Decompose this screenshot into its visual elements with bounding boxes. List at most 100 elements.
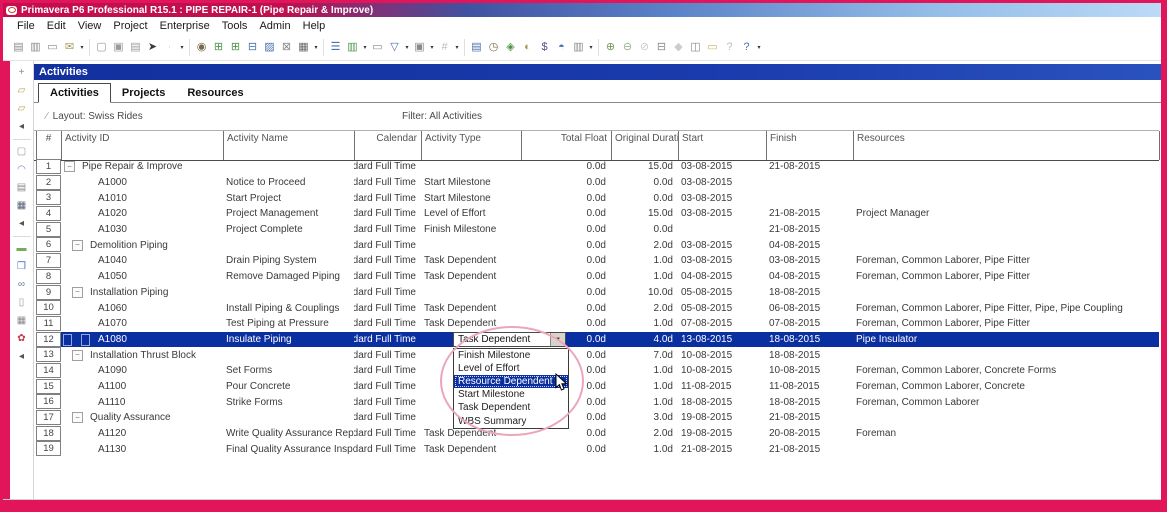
table-row[interactable]: 11 A1070 Test Piping at Pressure ndard Full… — [34, 315, 1159, 332]
vertical-split-icon[interactable]: ◫ — [687, 39, 704, 56]
bottom-view-icon[interactable]: ▥ — [570, 39, 587, 56]
help-icon[interactable]: ? — [721, 39, 738, 56]
table-row[interactable]: 19 A1130 Final Quality Assurance Inspectio… — [34, 441, 1159, 457]
row-number-cell[interactable]: 10 — [36, 300, 61, 316]
relationships-icon[interactable]: ◈ — [502, 39, 519, 56]
dropdown-caret[interactable]: ▾ — [361, 44, 369, 51]
group-sort-icon[interactable]: ☰ — [327, 39, 344, 56]
tab-activities[interactable]: Activities — [38, 83, 111, 103]
combobox-dropdown-button[interactable]: ▼ — [550, 333, 565, 346]
dropdown-caret[interactable]: ▾ — [312, 44, 320, 51]
row-number-cell[interactable]: 11 — [36, 315, 61, 331]
link-icon[interactable]: ⊠ — [278, 39, 295, 56]
reports-icon[interactable]: ▤ — [14, 180, 30, 196]
filter-label[interactable]: Filter: All Activities — [402, 111, 482, 122]
page-setup-icon[interactable]: ▭ — [44, 39, 61, 56]
layout-icon[interactable]: ▣ — [411, 39, 428, 56]
collapse-box-icon[interactable]: − — [72, 286, 83, 298]
column-header-finish[interactable]: Finish — [766, 131, 853, 160]
disabled-icon[interactable]: · — [161, 39, 178, 56]
expenses-icon[interactable]: ▦ — [14, 313, 30, 329]
table-row[interactable]: 8 A1050 Remove Damaged Piping ndard Full Ti… — [34, 268, 1159, 285]
table-row[interactable]: 12A1080Insulate Pipingndard Full Time0.0… — [34, 331, 1159, 348]
progress-icon[interactable]: ◐ — [519, 39, 536, 56]
filter-icon[interactable]: ▽ — [386, 39, 403, 56]
publish-icon[interactable]: ✉ — [61, 39, 78, 56]
menu-enterprise[interactable]: Enterprise — [154, 19, 216, 33]
thresholds-icon[interactable]: ✿ — [14, 331, 30, 347]
table-row[interactable]: 17−Quality Assurancendard Full Time0.0d3… — [34, 410, 1159, 426]
tab-projects[interactable]: Projects — [111, 84, 176, 102]
dropdown-caret[interactable]: ▾ — [178, 44, 186, 51]
resources-icon[interactable]: ◠ — [14, 162, 30, 178]
column-header-float[interactable]: Total Float — [521, 131, 611, 160]
dropdown-option-resource-dependent[interactable]: Resource Dependent — [454, 375, 568, 389]
collapse-left-icon-2[interactable]: ◂ — [14, 216, 30, 232]
zoom-in-icon[interactable]: ⊕ — [602, 39, 619, 56]
row-number-cell[interactable]: 4 — [36, 206, 61, 222]
column-header-num[interactable]: # — [36, 131, 61, 160]
table-row[interactable]: 18 A1120 Write Quality Assurance Reportnda… — [34, 425, 1159, 442]
row-number-cell[interactable]: 5 — [36, 221, 61, 237]
row-number-cell[interactable]: 3 — [36, 190, 61, 206]
horizontal-split-icon[interactable]: ⊟ — [653, 39, 670, 56]
column-header-type[interactable]: Activity Type — [421, 131, 521, 160]
table-row[interactable]: 4 A1020 Project Management ndard Full Time L… — [34, 206, 1159, 222]
dropdown-caret[interactable]: ▾ — [453, 44, 461, 51]
columns-icon[interactable]: ▥ — [344, 39, 361, 56]
collapse-box-icon[interactable]: − — [72, 239, 83, 251]
dropdown-option-level-of-effort[interactable]: Level of Effort — [454, 362, 568, 375]
menu-file[interactable]: File — [11, 19, 41, 33]
collapse-box-icon[interactable]: − — [64, 161, 75, 173]
add-icon[interactable]: + — [14, 65, 30, 81]
dropdown-option-finish-milestone[interactable]: Finish Milestone — [454, 349, 568, 362]
timescale-icon[interactable]: ◷ — [485, 39, 502, 56]
layout-label[interactable]: Layout: Swiss Rides — [53, 111, 143, 122]
row-number-cell[interactable]: 18 — [36, 425, 61, 441]
snapshot-icon[interactable]: ◉ — [193, 39, 210, 56]
row-number-cell[interactable]: 14 — [36, 362, 61, 378]
row-number-cell[interactable]: 13 — [36, 347, 61, 363]
whats-this-icon[interactable]: ? — [738, 39, 755, 56]
documents-icon[interactable]: ▯ — [14, 295, 30, 311]
tab-resources[interactable]: Resources — [176, 84, 254, 102]
activities-cubes-icon[interactable]: ❒ — [14, 259, 30, 275]
folder-search-icon[interactable]: ▱ — [14, 101, 30, 117]
notebook-icon[interactable]: ▭ — [704, 39, 721, 56]
print-preview-icon[interactable]: ▥ — [27, 39, 44, 56]
table-row[interactable]: 3 A1010 Start Project ndard Full Time Start … — [34, 190, 1159, 206]
zoom-out-icon[interactable]: ⊖ — [619, 39, 636, 56]
menu-edit[interactable]: Edit — [41, 19, 72, 33]
column-header-start[interactable]: Start — [678, 131, 766, 160]
expand-all-icon[interactable]: ◆ — [670, 39, 687, 56]
table-row[interactable]: 14A1090Set Formsndard Full Time0.0d1.0d1… — [34, 362, 1159, 379]
activity-details-icon[interactable]: ▤ — [468, 39, 485, 56]
column-header-id[interactable]: Activity ID — [61, 131, 223, 160]
row-number-cell[interactable]: 8 — [36, 268, 61, 284]
dropdown-caret[interactable]: ▾ — [78, 44, 86, 51]
menu-help[interactable]: Help — [297, 19, 332, 33]
currency-icon[interactable]: $ — [536, 39, 553, 56]
collapse-box-icon[interactable]: − — [72, 412, 83, 424]
row-number-cell[interactable]: 1 — [36, 159, 61, 174]
dropdown-option-wbs-summary[interactable]: WBS Summary — [454, 414, 568, 427]
column-header-cal[interactable]: Calendar — [354, 131, 421, 160]
row-number-cell[interactable]: 15 — [36, 378, 61, 394]
row-number-cell[interactable]: 16 — [36, 394, 61, 410]
schedule-icon[interactable]: ⊟ — [244, 39, 261, 56]
collapse-left-icon[interactable]: ◂ — [14, 119, 30, 135]
table-row[interactable]: 6−Demolition Piping ndard Full Time 0.0d 2.… — [34, 237, 1159, 253]
layout-options-icon[interactable]: ∕ — [46, 111, 48, 122]
row-number-cell[interactable]: 19 — [36, 441, 61, 457]
table-row[interactable]: 15A1100Pour Concretendard Full Time0.0d1… — [34, 378, 1159, 395]
number-icon[interactable]: # — [436, 39, 453, 56]
menu-project[interactable]: Project — [107, 19, 153, 33]
folder-open-icon[interactable]: ▱ — [14, 83, 30, 99]
dropdown-option-task-dependent[interactable]: Task Dependent — [454, 401, 568, 414]
summary-icon[interactable]: ▦ — [295, 39, 312, 56]
open-layout-icon[interactable]: ▢ — [93, 39, 110, 56]
collapse-box-icon[interactable]: − — [72, 349, 83, 361]
row-number-cell[interactable]: 12 — [36, 331, 61, 347]
dropdown-caret[interactable]: ▾ — [403, 44, 411, 51]
menu-admin[interactable]: Admin — [253, 19, 296, 33]
